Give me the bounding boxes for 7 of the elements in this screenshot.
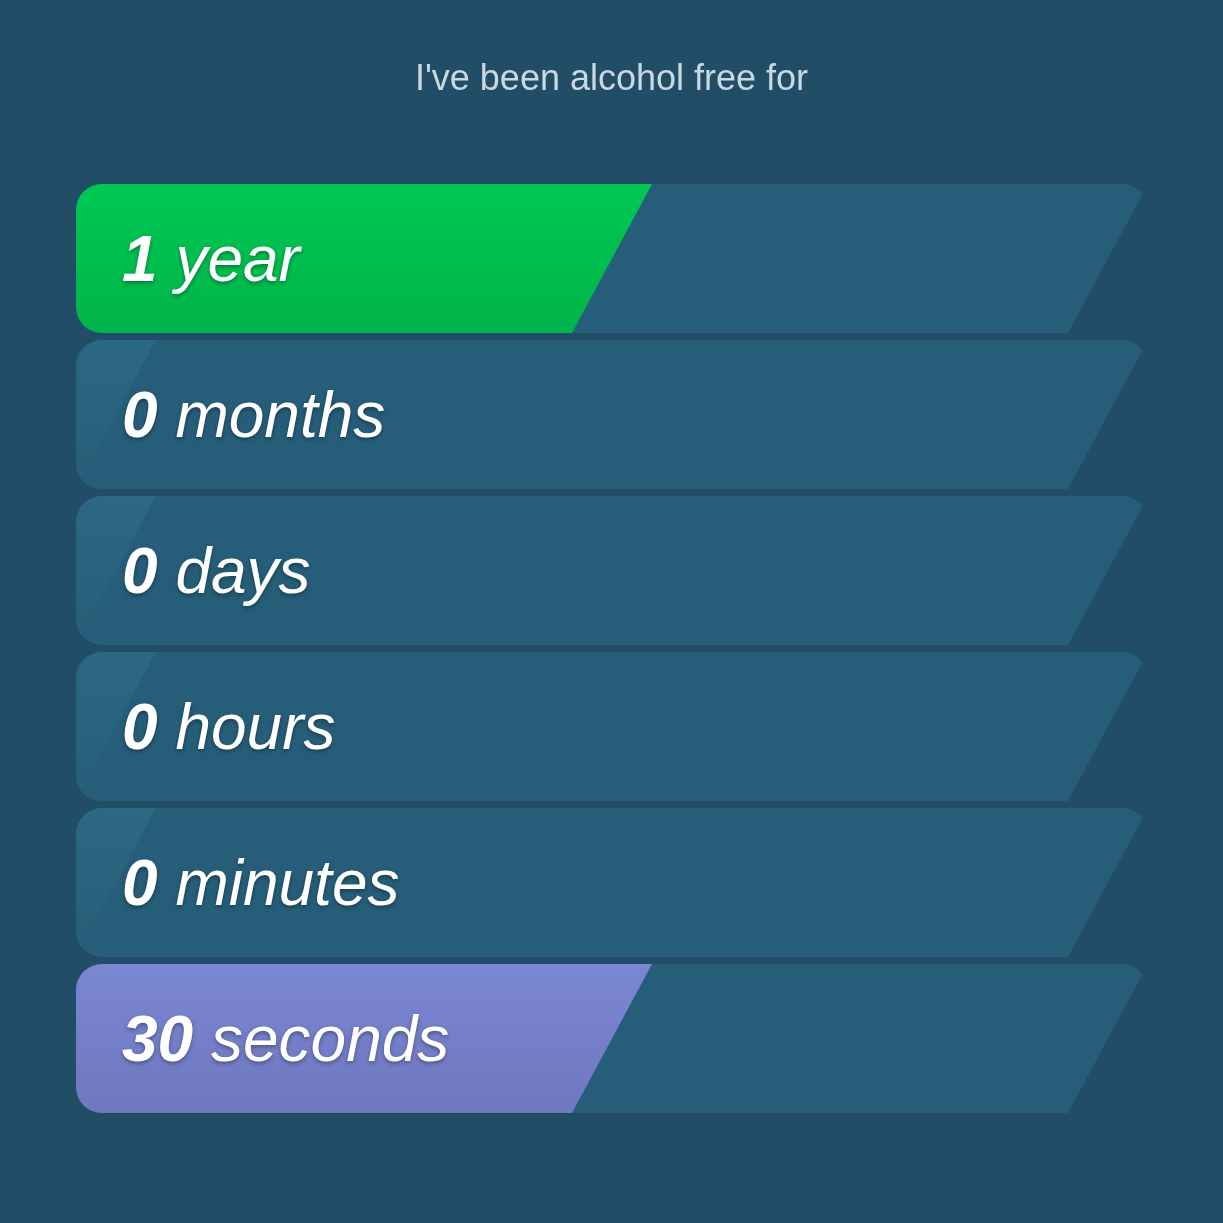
- counter-label: 0 months: [122, 377, 386, 452]
- counter-label: 30 seconds: [122, 1001, 450, 1076]
- counter-label: 0 hours: [122, 689, 336, 764]
- counter-label: 0 minutes: [122, 845, 400, 920]
- counter-label: 1 year: [122, 221, 300, 296]
- counter-label: 0 days: [122, 533, 311, 608]
- heading: I've been alcohol free for: [413, 56, 810, 100]
